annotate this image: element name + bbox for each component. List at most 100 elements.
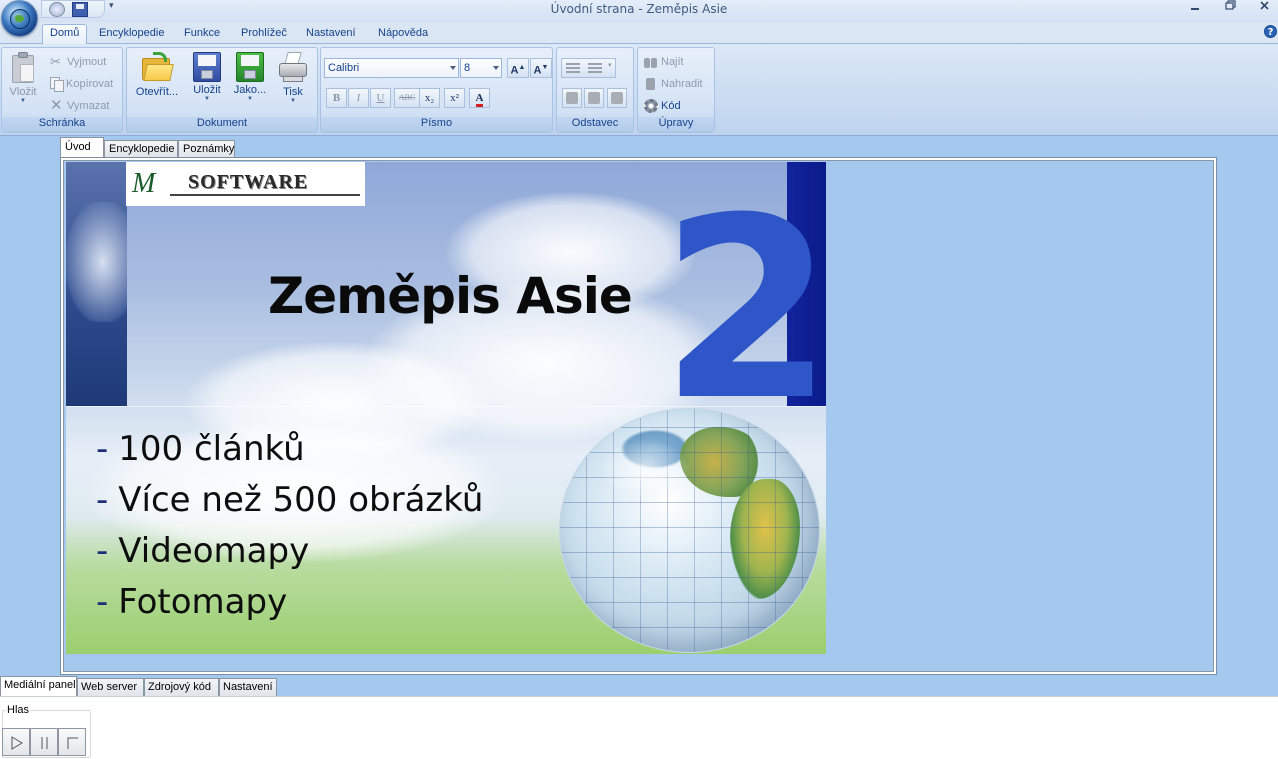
replace-label: Nahradit [661, 78, 703, 90]
paste-icon [10, 52, 36, 84]
tab-home[interactable]: Domů [42, 24, 88, 45]
tab-encyclopedia[interactable]: Encyklopedie [92, 25, 171, 44]
close-button[interactable] [1259, 0, 1270, 15]
group-editing: Najít Nahradit Kód Úpravy [637, 47, 715, 133]
italic-button[interactable]: I [348, 88, 369, 108]
play-icon [11, 736, 23, 750]
pause-icon [41, 737, 48, 749]
group-document: Otevřít... Uložit ▼ Jako... ▼ Tisk ▼ Dok… [126, 47, 318, 133]
paste-label: Vložit [9, 86, 37, 98]
voice-group-label: Hlas [6, 704, 31, 716]
font-color-icon: A [475, 92, 484, 107]
shrink-font-button[interactable]: A▼ [530, 58, 552, 78]
replace-icon [644, 77, 658, 91]
group-paragraph-label: Odstavec [557, 117, 633, 132]
group-clipboard: Vložit ▼ ✂ Vyjmout Kopírovat ✕ Vymazat Sch… [1, 47, 123, 133]
binoculars-icon [644, 55, 658, 69]
code-button[interactable]: Kód [644, 97, 681, 115]
open-label: Otevřít... [135, 86, 179, 98]
edition-number: 2 [660, 164, 826, 455]
title-bar: ▾ Úvodní strana - Zeměpis Asie [0, 0, 1278, 22]
underline-button[interactable]: U [370, 88, 391, 108]
strikethrough-button[interactable]: ABC [394, 88, 420, 108]
printer-icon [277, 52, 309, 84]
feature-list: -100 článků - Více než 500 obrázků - Video… [96, 424, 483, 628]
font-name-value: Calibri [328, 62, 360, 74]
save-disk-icon [193, 52, 221, 82]
logo-text: SOFTWARE [188, 171, 309, 193]
font-color-button[interactable]: A [469, 88, 490, 108]
gear-icon [644, 99, 658, 114]
stop-button[interactable] [58, 728, 86, 756]
minimize-button[interactable] [1190, 0, 1200, 15]
delete-button[interactable]: ✕ Vymazat [50, 97, 109, 115]
font-name-combo[interactable]: Calibri [324, 58, 459, 78]
software-logo: M SOFTWARE [126, 162, 365, 206]
ribbon: Vložit ▼ ✂ Vyjmout Kopírovat ✕ Vymazat Sch… [0, 44, 1278, 136]
find-label: Najít [661, 56, 684, 68]
align-right-icon [611, 92, 623, 104]
align-center-icon [588, 92, 600, 104]
font-size-dropdown-icon [493, 66, 499, 70]
save-button[interactable]: Uložit ▼ [192, 52, 222, 102]
feature-item: - Více než 500 obrázků [96, 480, 484, 520]
play-button[interactable] [2, 728, 30, 756]
bottom-tab-media-panel[interactable]: Mediální panel [0, 676, 77, 697]
help-icon[interactable]: ? [1264, 25, 1277, 38]
open-button[interactable]: Otevřít... [134, 52, 180, 98]
doc-tab-encyclopedia[interactable]: Encyklopedie [104, 140, 178, 158]
list-buttons[interactable]: ▾ [561, 58, 616, 78]
grow-font-button[interactable]: A▲ [507, 58, 529, 78]
maximize-button[interactable] [1225, 0, 1236, 15]
group-font-label: Písmo [321, 117, 552, 132]
bullet-list-icon [566, 63, 580, 74]
feature-item: -100 článků [96, 429, 305, 469]
tab-settings[interactable]: Nastavení [299, 25, 363, 44]
save-label: Uložit [193, 84, 221, 96]
save-as-disk-icon [236, 52, 264, 82]
print-dropdown-icon: ▼ [290, 98, 296, 104]
logo-mark: M [132, 168, 156, 199]
pause-button[interactable] [30, 728, 58, 756]
bottom-tab-web-server[interactable]: Web server [77, 678, 144, 697]
bold-button[interactable]: B [326, 88, 347, 108]
tab-help[interactable]: Nápověda [371, 25, 435, 44]
group-editing-label: Úpravy [638, 117, 714, 132]
superscript-button[interactable]: x² [444, 88, 465, 108]
window-title: Úvodní strana - Zeměpis Asie [550, 2, 728, 16]
copy-icon [50, 77, 64, 93]
align-center-button[interactable] [584, 88, 604, 108]
cut-button[interactable]: ✂ Vyjmout [50, 53, 106, 71]
save-as-label: Jako... [233, 84, 267, 96]
tab-functions[interactable]: Funkce [177, 25, 227, 44]
print-button[interactable]: Tisk ▼ [275, 52, 311, 104]
feature-item: - Fotomapy [96, 582, 288, 622]
group-clipboard-label: Schránka [2, 117, 122, 132]
paste-button[interactable]: Vložit ▼ [7, 52, 39, 104]
bottom-tab-source-code[interactable]: Zdrojový kód [144, 678, 219, 697]
open-folder-icon [141, 52, 174, 84]
save-as-button[interactable]: Jako... ▼ [232, 52, 268, 102]
group-paragraph: ▾ Odstavec [556, 47, 634, 133]
doc-tab-intro[interactable]: Úvod [60, 137, 104, 158]
doc-tab-notes[interactable]: Poznámky [178, 140, 235, 158]
align-left-button[interactable] [562, 88, 582, 108]
ribbon-tab-bar: Domů Encyklopedie Funkce Prohlížeč Nasta… [0, 22, 1278, 45]
delete-icon: ✕ [50, 97, 63, 115]
align-right-button[interactable] [607, 88, 627, 108]
tab-browser[interactable]: Prohlížeč [234, 25, 294, 44]
align-left-icon [566, 92, 578, 104]
bottom-tab-settings[interactable]: Nastavení [219, 678, 277, 697]
banner-title: Zeměpis Asie [268, 267, 633, 325]
feature-item: - Videomapy [96, 531, 310, 571]
shrink-font-label: A [533, 64, 542, 77]
find-button[interactable]: Najít [644, 53, 684, 71]
numbered-list-icon [588, 63, 602, 74]
cut-label: Vyjmout [67, 56, 107, 68]
replace-button[interactable]: Nahradit [644, 75, 703, 93]
subscript-button[interactable]: x₂ [419, 88, 440, 108]
font-size-combo[interactable]: 8 [460, 58, 502, 78]
scissors-icon: ✂ [50, 54, 61, 70]
copy-button[interactable]: Kopírovat [50, 75, 113, 93]
application-orb-button[interactable] [1, 0, 38, 37]
